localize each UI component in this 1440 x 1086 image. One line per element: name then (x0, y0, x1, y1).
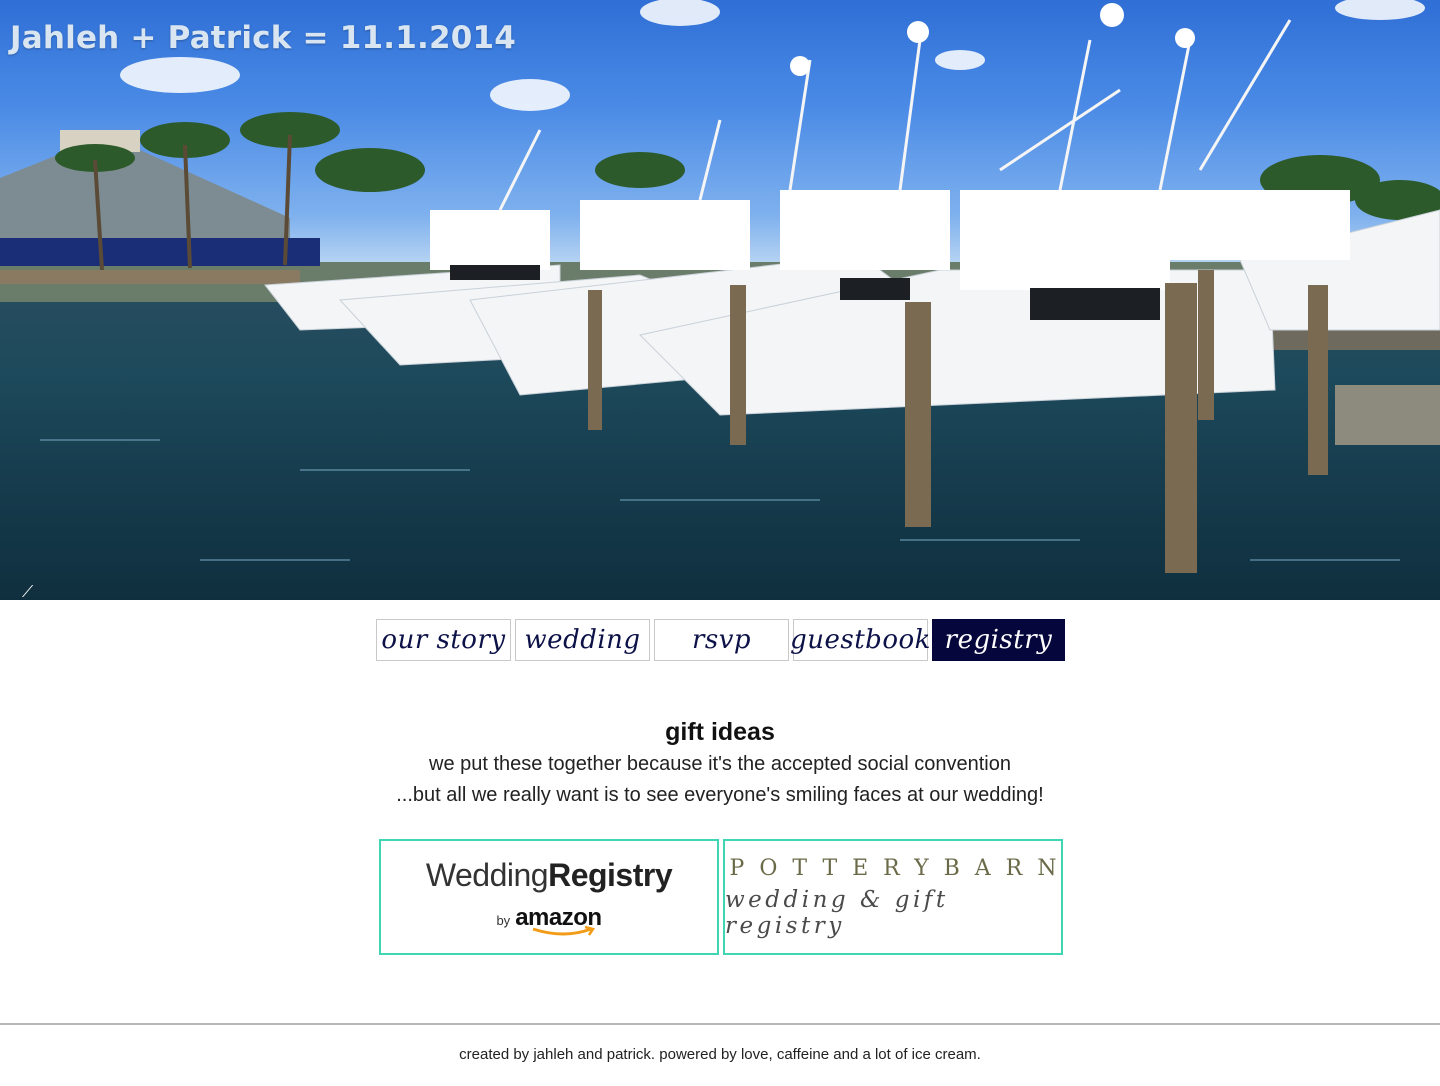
amazon-brand: amazon (515, 903, 602, 931)
amazon-byline: by amazon (496, 903, 602, 932)
footer-text: created by jahleh and patrick. powered b… (459, 1046, 981, 1063)
nav-registry[interactable]: registry (932, 619, 1065, 661)
registry-links: WeddingRegistry by amazon POTTERYBARN we… (379, 839, 1063, 955)
pottery-barn-logo: POTTERYBARN (729, 855, 1072, 881)
nav-our-story[interactable]: our story (376, 619, 511, 661)
hero-banner: Jahleh + Patrick = 11.1.2014 ⟋ (0, 0, 1440, 600)
amazon-registry-logo: WeddingRegistry (425, 856, 673, 894)
section-heading: gift ideas (665, 718, 775, 746)
registry-section: gift ideas we put these together because… (0, 718, 1440, 811)
nav-wedding[interactable]: wedding (515, 619, 650, 661)
hero-image (0, 0, 1440, 573)
amazon-registry-link[interactable]: WeddingRegistry by amazon (379, 839, 719, 955)
amazon-by: by (496, 912, 511, 928)
footer-divider (0, 1023, 1440, 1025)
main-nav: our story wedding rsvp guestbook registr… (376, 619, 1065, 661)
nav-guestbook[interactable]: guestbook (790, 619, 930, 661)
site-title: Jahleh + Patrick = 11.1.2014 (10, 20, 517, 56)
slide-arrow-icon[interactable]: ⟋ (22, 584, 40, 600)
nav-rsvp[interactable]: rsvp (654, 619, 789, 661)
amazon-logo-word2: Registry (548, 856, 673, 893)
intro-line-1: we put these together because it's the a… (429, 753, 1011, 775)
pottery-barn-registry-link[interactable]: POTTERYBARN wedding & gift registry (723, 839, 1063, 955)
intro-line-2: ...but all we really want is to see ever… (396, 784, 1044, 806)
amazon-logo-word1: Wedding (425, 856, 549, 893)
pottery-barn-tagline: wedding & gift registry (725, 886, 949, 939)
